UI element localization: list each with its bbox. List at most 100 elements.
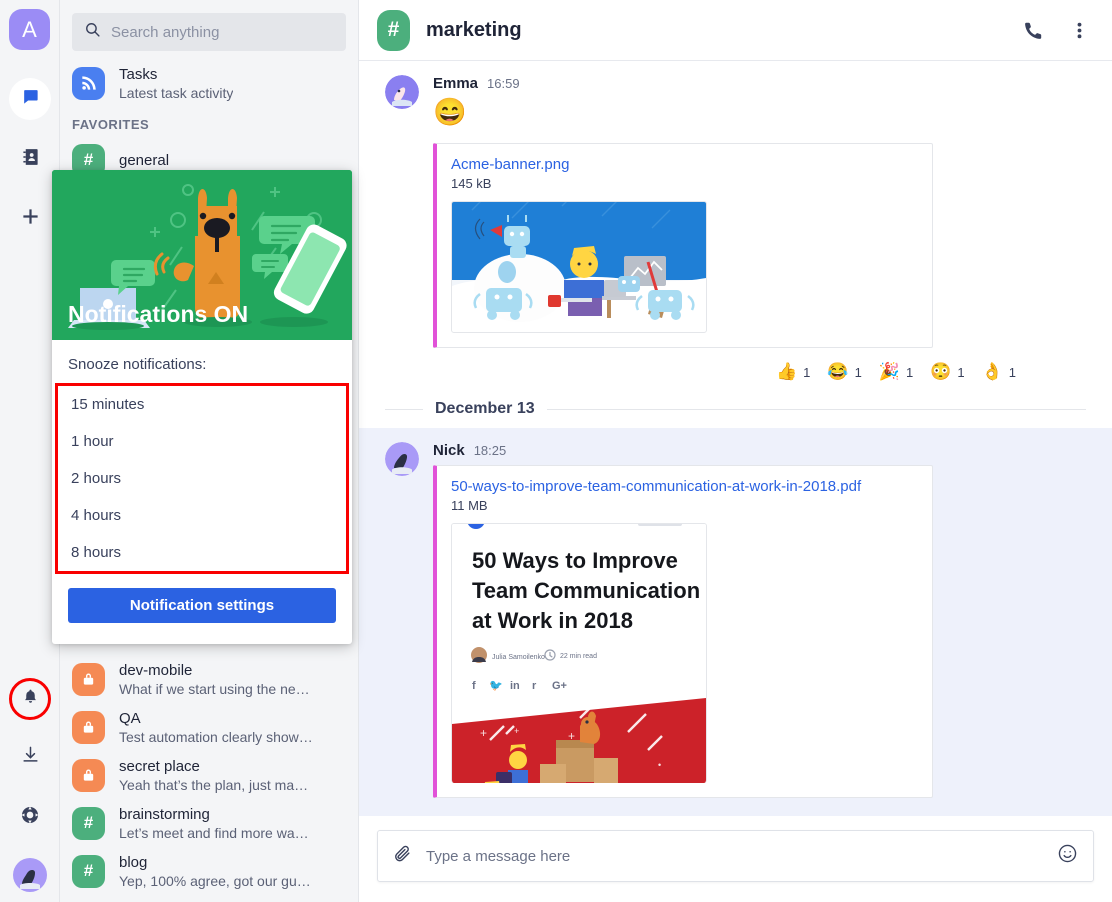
channel-preview: Yeah that’s the plan, just mak… <box>119 776 314 793</box>
sidebar-item-blog[interactable]: # blog Yep, 100% agree, got our gues… <box>60 847 358 895</box>
snooze-option-2-hours[interactable]: 2 hours <box>58 460 346 497</box>
attachment-card-image[interactable]: Acme-banner.png 145 kB <box>433 143 933 348</box>
sidebar-item-secret-place[interactable]: secret place Yeah that’s the plan, just … <box>60 751 358 799</box>
attachment-card-pdf[interactable]: 50-ways-to-improve-team-communication-at… <box>433 465 933 798</box>
tasks-title: Tasks <box>119 65 158 83</box>
popup-body: Snooze notifications: 15 minutes 1 hour … <box>52 340 352 574</box>
divider-line-right <box>546 408 1086 410</box>
date-divider: December 13 <box>359 386 1112 428</box>
list-item-text: secret place Yeah that’s the plan, just … <box>119 757 314 794</box>
notification-settings-button[interactable]: Notification settings <box>68 588 336 623</box>
left-rail: A <box>0 0 60 902</box>
rail-item-contacts[interactable] <box>9 138 51 180</box>
message-body: Emma 16:59 😄 Acme-banner.png 145 kB <box>433 75 1094 348</box>
list-item-text: QA Test automation clearly show… <box>119 709 313 746</box>
download-icon <box>21 745 40 769</box>
message-header: Emma 16:59 <box>433 75 1094 92</box>
message-author: Emma <box>433 75 479 92</box>
rail-item-help[interactable] <box>9 796 51 838</box>
composer-container <box>359 830 1112 902</box>
sidebar-item-qa[interactable]: QA Test automation clearly show… <box>60 703 358 751</box>
snooze-option-15-minutes[interactable]: 15 minutes <box>58 386 346 423</box>
popup-title: Notifications ON <box>68 301 249 327</box>
main-panel: # marketing Emma 16:59 😄 Acme-banner.png… <box>359 0 1112 902</box>
reaction-count: 1 <box>905 364 914 380</box>
reaction-joy[interactable]: 😂 1 <box>827 362 861 382</box>
sidebar-item-brainstorming[interactable]: # brainstorming Let’s meet and find more… <box>60 799 358 847</box>
message-author: Nick <box>433 442 465 459</box>
sidebar-item-tasks[interactable]: Tasks Latest task activity <box>60 59 358 107</box>
smiley-icon[interactable] <box>1057 843 1078 869</box>
list-item-text: blog Yep, 100% agree, got our gues… <box>119 853 314 890</box>
snooze-option-1-hour[interactable]: 1 hour <box>58 423 346 460</box>
channel-header: # marketing <box>359 0 1112 61</box>
attachment-filename[interactable]: Acme-banner.png <box>451 156 918 173</box>
reaction-count: 1 <box>854 364 862 380</box>
reaction-emoji: 👌 <box>981 362 1003 381</box>
phone-icon[interactable] <box>1018 15 1048 45</box>
snooze-options-list: 15 minutes 1 hour 2 hours 4 hours 8 hour… <box>55 383 349 574</box>
lock-icon <box>72 662 105 696</box>
search-box[interactable] <box>72 13 346 51</box>
list-item-text: dev-mobile What if we start using the ne… <box>119 661 310 698</box>
reaction-count: 1 <box>803 364 811 380</box>
workspace-avatar[interactable]: A <box>9 9 50 50</box>
chat-icon <box>21 87 40 111</box>
search-input[interactable] <box>111 23 334 41</box>
channel-preview: Test automation clearly show… <box>119 728 313 745</box>
reaction-emoji: 👍 <box>776 362 798 381</box>
avatar <box>385 442 419 476</box>
reaction-party[interactable]: 🎉 1 <box>879 362 913 382</box>
hash-icon: # <box>72 854 105 888</box>
rail-item-chat[interactable] <box>9 78 51 120</box>
svg-text:🐦: 🐦 <box>489 680 503 692</box>
channel-name: general <box>119 151 170 169</box>
attachment-size: 11 MB <box>451 498 488 513</box>
svg-text:50 Ways to Improve: 50 Ways to Improve <box>472 548 678 573</box>
rail-item-download[interactable] <box>9 736 51 778</box>
reaction-count: 1 <box>957 364 965 380</box>
date-label: December 13 <box>435 400 535 417</box>
message-header: Nick 18:25 <box>433 442 1094 459</box>
reaction-thumbsup[interactable]: 👍 1 <box>776 362 810 382</box>
svg-text:+: + <box>480 726 487 740</box>
add-icon <box>21 207 40 231</box>
reaction-flushed[interactable]: 😳 1 <box>930 362 964 382</box>
rail-item-add[interactable] <box>9 198 51 240</box>
chat-app: A Search anything Tasks Latest task acti… <box>0 0 1112 902</box>
rail-item-profile[interactable] <box>9 856 51 898</box>
sidebar-item-dev-mobile[interactable]: dev-mobile What if we start using the ne… <box>60 655 358 703</box>
channel-preview: Yep, 100% agree, got our gues… <box>119 872 314 889</box>
message-input[interactable] <box>426 847 1043 865</box>
snooze-option-4-hours[interactable]: 4 hours <box>58 497 346 534</box>
message-composer[interactable] <box>377 830 1094 882</box>
bell-icon <box>22 687 39 711</box>
message-nick: Nick 18:25 50-ways-to-improve-team-commu… <box>359 428 1112 816</box>
svg-text:Team Communication: Team Communication <box>472 578 700 603</box>
message-list[interactable]: Emma 16:59 😄 Acme-banner.png 145 kB 👍 1 … <box>359 61 1112 830</box>
attachment-thumbnail[interactable]: 50 Ways to Improve Team Communication at… <box>451 523 707 783</box>
paperclip-icon[interactable] <box>393 844 412 868</box>
snooze-option-8-hours[interactable]: 8 hours <box>58 534 346 571</box>
svg-text:at Work in 2018: at Work in 2018 <box>472 608 633 633</box>
channel-name: secret place <box>119 757 200 775</box>
rss-icon <box>72 66 105 100</box>
channel-name: blog <box>119 853 148 871</box>
reaction-ok-hand[interactable]: 👌 1 <box>982 362 1016 382</box>
lock-icon <box>72 758 105 792</box>
hash-icon: # <box>72 806 105 840</box>
attachment-filename[interactable]: 50-ways-to-improve-team-communication-at… <box>451 478 918 495</box>
reaction-emoji: 😂 <box>827 362 849 381</box>
lock-icon <box>72 710 105 744</box>
list-item-text: brainstorming Let’s meet and find more w… <box>119 805 314 842</box>
message-time: 16:59 <box>487 76 520 91</box>
channel-preview: What if we start using the ne… <box>119 680 310 697</box>
reaction-emoji: 🎉 <box>878 362 900 381</box>
channel-name: QA <box>119 709 141 727</box>
kebab-menu-icon[interactable] <box>1064 15 1094 45</box>
rail-item-notifications[interactable] <box>9 678 51 720</box>
favorites-label: FAVORITES <box>72 117 150 132</box>
snooze-label: Snooze notifications: <box>68 356 207 373</box>
channel-preview: Let’s meet and find more way… <box>119 824 314 841</box>
attachment-thumbnail[interactable] <box>451 201 707 333</box>
